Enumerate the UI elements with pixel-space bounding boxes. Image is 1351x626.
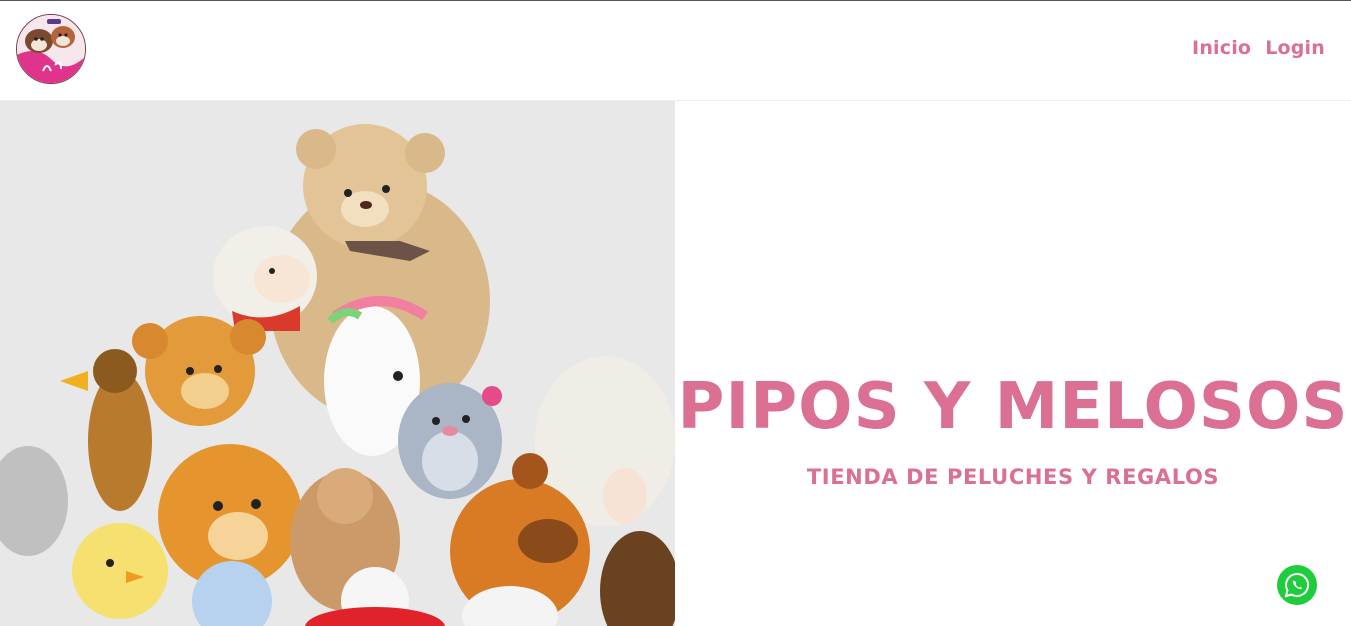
whatsapp-icon xyxy=(1284,572,1309,598)
plush-toys-illustration xyxy=(0,101,675,626)
site-header: Inicio Login xyxy=(0,1,1351,101)
nav-link-inicio[interactable]: Inicio xyxy=(1192,37,1251,59)
hero-text-panel: PIPOS Y MELOSOS TIENDA DE PELUCHES Y REG… xyxy=(675,101,1351,626)
hero-title: PIPOS Y MELOSOS xyxy=(677,370,1349,444)
nav-link-login[interactable]: Login xyxy=(1265,37,1325,59)
brand-logo-graphic xyxy=(17,15,85,83)
plush-toys-photo xyxy=(0,101,675,626)
page: Inicio Login PIPOS Y MELOSOS TIENDA DE P… xyxy=(0,0,1351,626)
brand-logo-icon[interactable] xyxy=(16,14,86,84)
hero-subtitle: TIENDA DE PELUCHES Y REGALOS xyxy=(806,465,1220,489)
main-nav: Inicio Login xyxy=(1192,37,1325,59)
whatsapp-button[interactable] xyxy=(1277,565,1317,605)
